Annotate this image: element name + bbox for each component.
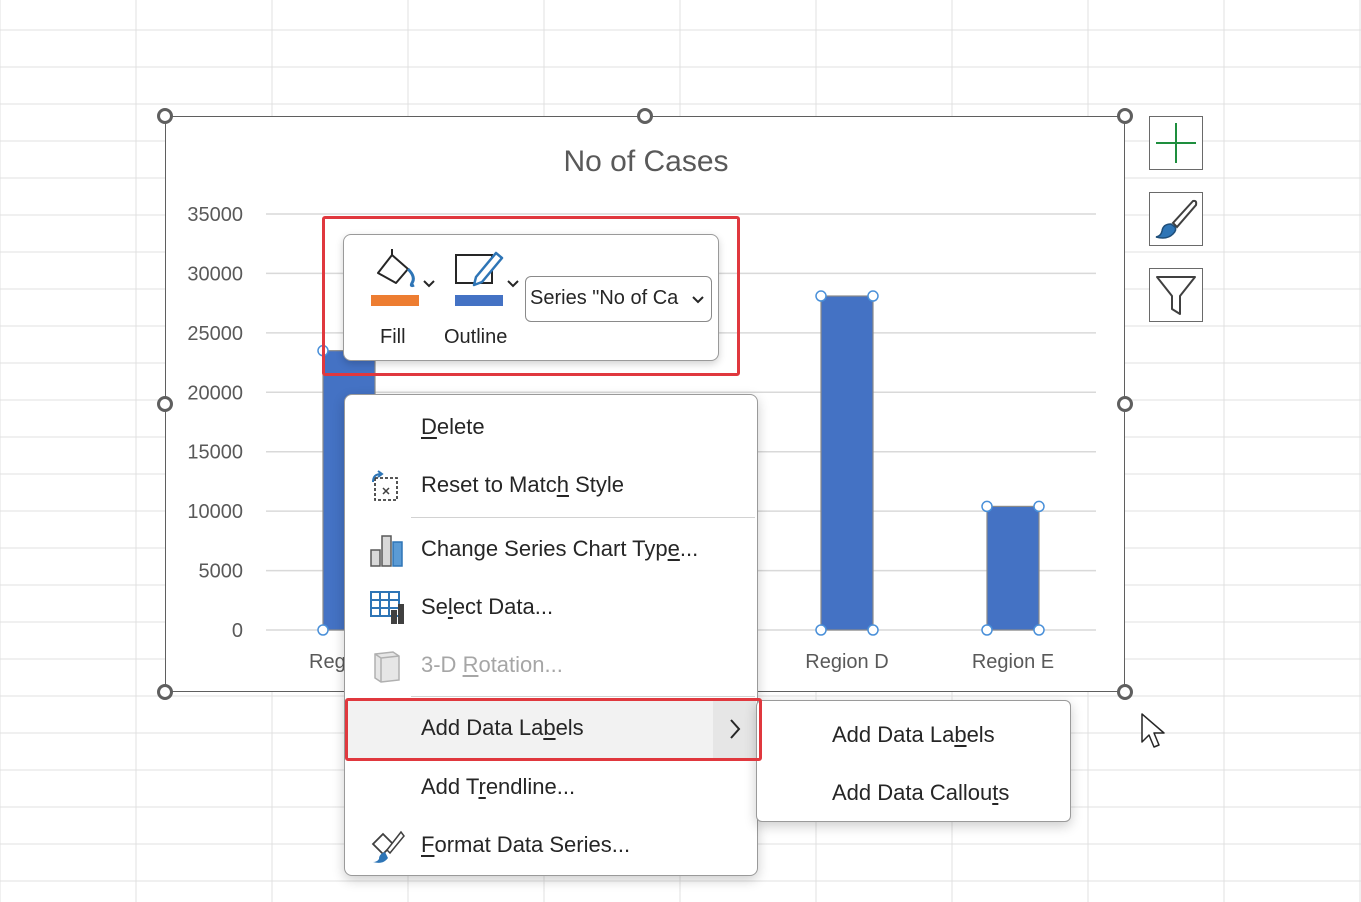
bar-selection-handle [1033, 624, 1045, 636]
brush-icon [1155, 199, 1198, 239]
rotation-3d-icon [374, 651, 400, 683]
format-series-icon [371, 830, 405, 863]
bar-selection-handle [981, 500, 993, 513]
y-tick-label: 20000 [187, 382, 243, 404]
menu-item-label: Change Series Chart Type... [421, 536, 699, 561]
chart-type-icon [370, 535, 403, 567]
chevron-down-icon[interactable] [422, 279, 436, 289]
resize-handle-middle-right[interactable] [1117, 396, 1133, 412]
mouse-cursor-icon [1141, 713, 1165, 748]
menu-item-label: Add Data Labels [421, 715, 584, 740]
submenu-item-add-data-callouts[interactable]: Add Data Callouts [757, 763, 1069, 819]
menu-item-delete[interactable]: Delete [345, 399, 756, 457]
resize-handle-top-middle[interactable] [637, 108, 653, 124]
menu-item-3d-rotation[interactable]: 3-D Rotation... [345, 637, 756, 695]
menu-item-label: Add Trendline... [421, 774, 576, 799]
menu-separator [411, 517, 755, 518]
y-tick-label: 0 [232, 620, 243, 642]
fill-label: Fill [380, 326, 406, 348]
chart-elements-button[interactable] [1149, 116, 1203, 170]
bar-selection-handle [867, 290, 879, 302]
resize-handle-top-right[interactable] [1117, 108, 1133, 124]
bar-selection-handle [1033, 500, 1045, 513]
menu-item-add-trendline[interactable]: Add Trendline... [345, 759, 756, 817]
chart-filters-button[interactable] [1149, 268, 1203, 322]
menu-item-label: Delete [421, 414, 485, 439]
outline-label: Outline [444, 326, 508, 348]
y-tick-label: 5000 [199, 561, 244, 583]
series-select-value: Series "No of Ca [530, 287, 679, 309]
chart-styles-button[interactable] [1149, 192, 1203, 246]
menu-separator [411, 696, 755, 697]
bar [820, 295, 874, 631]
y-tick-label: 15000 [187, 442, 243, 464]
submenu-item-label: Add Data Labels [832, 722, 995, 747]
bar-selection-handle [815, 290, 827, 302]
plus-icon [1156, 123, 1196, 163]
menu-item-select-data[interactable]: Select Data... [345, 579, 756, 637]
resize-handle-middle-left[interactable] [157, 396, 173, 412]
context-menu: Delete Reset to Match Style Change Serie… [344, 394, 758, 876]
menu-item-add-data-labels[interactable]: Add Data Labels [345, 700, 756, 758]
menu-item-label: Select Data... [421, 594, 554, 619]
chevron-right-icon [730, 719, 741, 739]
y-tick-label: 10000 [187, 501, 243, 523]
y-tick-label: 30000 [187, 263, 243, 285]
add-data-labels-submenu: Add Data Labels Add Data Callouts [756, 700, 1071, 822]
bar-selection-handle [981, 624, 993, 636]
x-tick-label: Region D [805, 651, 888, 673]
submenu-item-add-data-labels[interactable]: Add Data Labels [757, 705, 1069, 761]
menu-item-label: Reset to Match Style [421, 472, 624, 497]
bar-selection-handle [317, 344, 329, 357]
menu-item-reset-to-match-style[interactable]: Reset to Match Style [345, 457, 756, 515]
submenu-item-label: Add Data Callouts [832, 780, 1010, 805]
select-data-icon [370, 591, 404, 624]
chevron-down-icon [691, 295, 705, 305]
outline-button[interactable]: Outline [442, 247, 532, 352]
fill-color-swatch [371, 295, 419, 306]
y-tick-label: 25000 [187, 323, 243, 345]
paint-bucket-icon [377, 249, 415, 288]
funnel-icon [1156, 276, 1196, 315]
y-tick-label: 35000 [187, 204, 243, 226]
fill-button[interactable]: Fill [364, 247, 444, 352]
chart-title: No of Cases [563, 145, 728, 178]
reset-style-icon [372, 470, 398, 501]
bar-selection-handle [317, 624, 329, 636]
menu-item-label: Format Data Series... [421, 832, 631, 857]
outline-color-swatch [455, 295, 503, 306]
mini-toolbar: Fill Outline Series "No of Ca [343, 234, 719, 361]
series-select-dropdown[interactable]: Series "No of Ca [525, 276, 712, 322]
menu-item-label: 3-D Rotation... [421, 652, 563, 677]
bar-selection-handle [867, 624, 879, 636]
bar [986, 505, 1040, 631]
bar-selection-handle [815, 624, 827, 636]
x-tick-label: Region E [972, 651, 1054, 673]
resize-handle-top-left[interactable] [157, 108, 173, 124]
outline-pen-icon [455, 251, 504, 287]
menu-item-change-series-chart-type[interactable]: Change Series Chart Type... [345, 521, 756, 579]
resize-handle-bottom-right[interactable] [1117, 684, 1133, 700]
menu-item-format-data-series[interactable]: Format Data Series... [345, 817, 756, 875]
resize-handle-bottom-left[interactable] [157, 684, 173, 700]
chevron-down-icon[interactable] [506, 279, 520, 289]
